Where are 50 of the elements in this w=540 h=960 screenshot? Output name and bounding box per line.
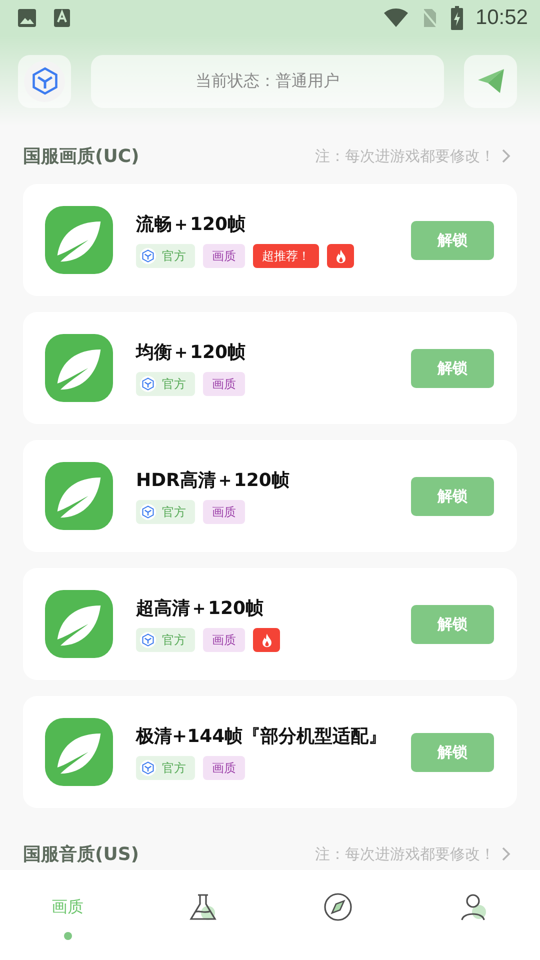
preset-name: 极清+144帧『部分机型适配』 — [136, 725, 388, 748]
status-display: 当前状态：普通用户 — [91, 54, 444, 108]
nav-tab[interactable]: 画质 — [52, 896, 84, 918]
official-tag: 官方 — [136, 372, 195, 396]
note-link[interactable]: 注：每次进游戏都要修改！ — [315, 146, 517, 166]
leaf-icon — [45, 206, 113, 274]
unlock-button[interactable]: 解锁 — [411, 476, 494, 516]
flask-icon[interactable] — [188, 892, 218, 922]
preset-name: 均衡＋120帧 — [136, 341, 247, 364]
chevron-right-icon — [501, 148, 511, 164]
official-tag: 官方 — [136, 756, 195, 780]
quality-tag: 画质 — [203, 244, 245, 268]
unlock-button[interactable]: 解锁 — [411, 732, 494, 772]
cube-icon — [141, 761, 155, 775]
unlock-button[interactable]: 解锁 — [411, 348, 494, 388]
preset-name: 流畅＋120帧 — [136, 213, 247, 236]
unlock-button[interactable]: 解锁 — [411, 604, 494, 644]
image-icon — [17, 8, 37, 28]
cube-icon — [141, 505, 155, 519]
quality-tag: 画质 — [203, 756, 245, 780]
quality-tag: 画质 — [203, 500, 245, 524]
clock-time: 10:52 — [475, 6, 528, 30]
leaf-icon — [45, 462, 113, 530]
cube-icon — [141, 633, 155, 647]
official-tag: 官方 — [136, 500, 195, 524]
leaf-icon — [45, 334, 113, 402]
preset-name: HDR高清＋120帧 — [136, 469, 290, 492]
cube-icon — [141, 377, 155, 391]
recommend-tag: 超推荐！ — [253, 244, 319, 268]
cube-icon — [30, 66, 60, 96]
section-title: 国服音质(US) — [23, 843, 140, 866]
preset-name: 超高清＋120帧 — [136, 597, 265, 620]
text-format-icon — [53, 8, 71, 28]
cube-logo-button[interactable] — [18, 54, 71, 108]
official-tag: 官方 — [136, 628, 195, 652]
wifi-icon — [383, 8, 410, 28]
active-dot — [64, 932, 72, 940]
cube-icon — [141, 249, 155, 263]
unlock-button[interactable]: 解锁 — [411, 220, 494, 260]
quality-tag: 画质 — [203, 628, 245, 652]
section-title: 国服画质(UC) — [23, 145, 140, 168]
official-tag: 官方 — [136, 244, 195, 268]
battery-charging-icon — [451, 6, 464, 30]
note-link[interactable]: 注：每次进游戏都要修改！ — [315, 844, 517, 864]
paper-plane-icon — [476, 66, 506, 96]
compass-icon[interactable] — [322, 892, 352, 922]
leaf-icon — [45, 718, 113, 786]
quality-tag: 画质 — [203, 372, 245, 396]
chevron-right-icon — [501, 846, 511, 862]
leaf-icon — [45, 590, 113, 658]
